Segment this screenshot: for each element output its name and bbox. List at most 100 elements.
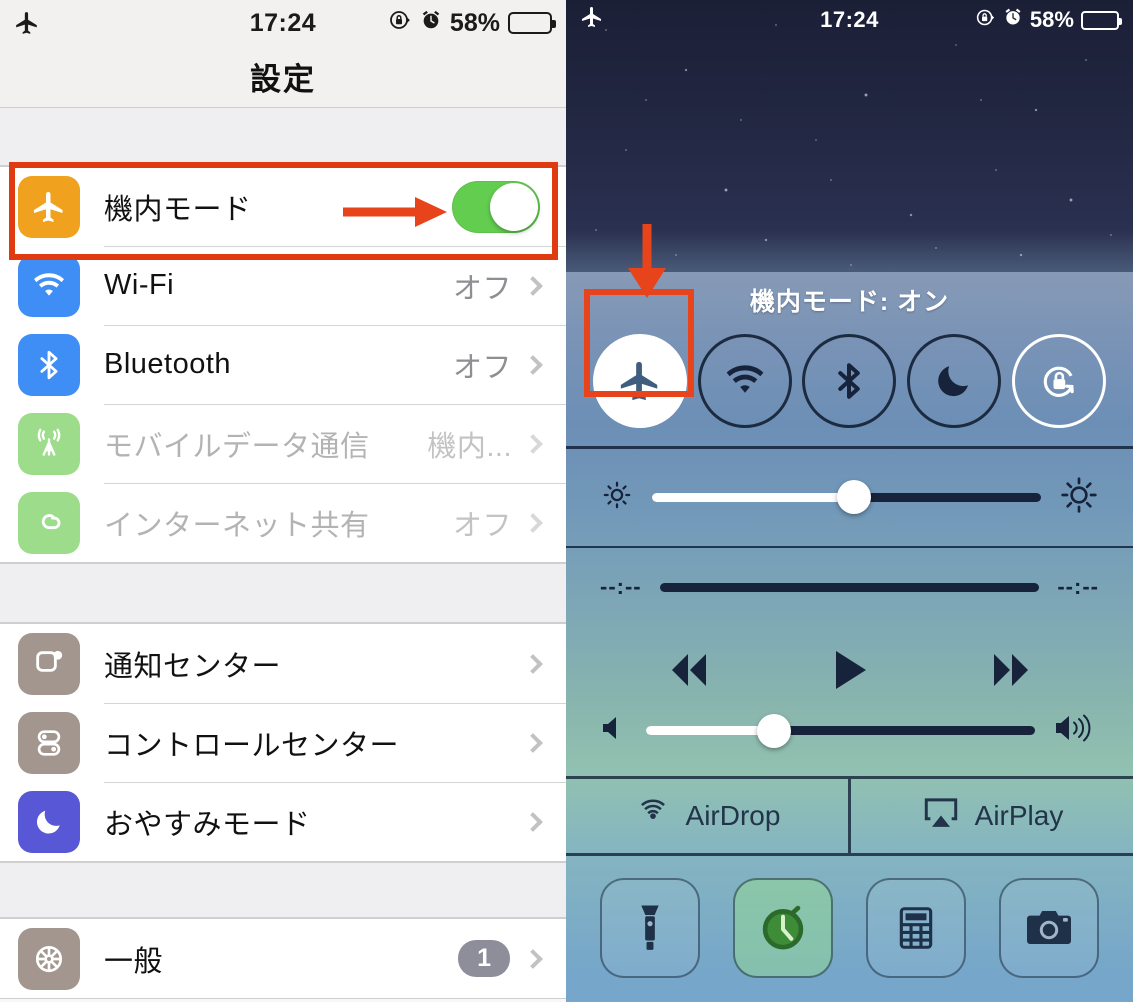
battery-percent: 58% — [449, 8, 500, 37]
settings-row-label: Bluetooth — [104, 348, 232, 380]
timer-shortcut[interactable] — [733, 877, 834, 978]
settings-row-label: 一般 — [104, 945, 164, 978]
slider-knob[interactable] — [757, 713, 792, 748]
cellular-icon — [18, 412, 80, 475]
media-controls — [566, 626, 1133, 705]
settings-row-value: オフ — [452, 509, 512, 542]
settings-group-general: 一般 1 — [0, 918, 566, 999]
scrubber-elapsed: --:-- — [600, 574, 642, 600]
settings-row-control-center[interactable]: コントロールセンター — [0, 703, 566, 782]
calculator-shortcut[interactable] — [865, 877, 966, 978]
brightness-high-icon — [1059, 475, 1099, 520]
settings-row-airplane-mode[interactable]: 機内モード — [0, 167, 566, 246]
shortcut-row — [566, 856, 1133, 1002]
wifi-icon — [726, 365, 764, 393]
settings-row-label: モバイルデータ通信 — [104, 430, 370, 463]
alarm-icon — [420, 9, 442, 38]
rewind-button[interactable] — [658, 650, 720, 695]
settings-group-notifications: 通知センター コントロールセンター おやすみモード — [0, 623, 566, 862]
airplay-icon — [921, 795, 961, 838]
settings-status-bar: 17:24 58% — [0, 0, 566, 46]
chevron-right-icon — [523, 653, 543, 674]
settings-row-cellular[interactable]: モバイルデータ通信 機内... — [0, 404, 566, 483]
airplane-icon — [18, 175, 80, 238]
camera-shortcut[interactable] — [998, 877, 1099, 978]
general-gear-icon — [18, 927, 80, 990]
rotation-lock-icon — [975, 7, 996, 34]
play-button[interactable] — [830, 648, 870, 697]
settings-row-label: Wi-Fi — [104, 269, 175, 301]
settings-row-bluetooth[interactable]: Bluetooth オフ — [0, 325, 566, 404]
battery-percent: 58% — [1029, 7, 1074, 32]
settings-row-label: コントロールセンター — [104, 729, 400, 762]
airplane-mode-toggle[interactable] — [593, 334, 688, 428]
screenshot-stage: 17:24 58% 設定 機内モード Wi-Fi オフ Bluetooth オフ… — [0, 0, 1133, 1002]
airplane-icon — [14, 10, 40, 36]
alarm-icon — [1003, 7, 1023, 33]
playback-scrubber-row: --:-- --:-- — [566, 548, 1133, 626]
settings-row-label: おやすみモード — [104, 808, 311, 841]
notification-center-icon — [18, 632, 80, 695]
wifi-icon — [18, 254, 80, 317]
volume-slider-row — [566, 705, 1133, 776]
volume-slider[interactable] — [646, 713, 1035, 748]
do-not-disturb-toggle[interactable] — [907, 334, 1002, 428]
control-center-panel: 17:24 58% 機内モード: オン --:-- --:-- AirDrop … — [566, 0, 1133, 1002]
settings-group-connectivity: 機内モード Wi-Fi オフ Bluetooth オフ モバイルデータ通信 機内… — [0, 166, 566, 563]
flashlight-shortcut[interactable] — [600, 877, 701, 978]
settings-row-label: 通知センター — [104, 650, 282, 683]
airdrop-label: AirDrop — [685, 800, 781, 832]
moon-icon — [938, 366, 969, 397]
annotation-arrow-right — [341, 192, 453, 237]
chevron-right-icon — [523, 512, 543, 533]
status-bar-left — [580, 5, 758, 35]
settings-row-personal-hotspot[interactable]: インターネット共有 オフ — [0, 483, 566, 562]
airplane-icon — [580, 5, 604, 35]
settings-row-value: 機内... — [427, 430, 512, 463]
status-bar-right: 58% — [941, 7, 1122, 34]
settings-nav-bar: 設定 — [0, 46, 566, 108]
volume-high-icon — [1053, 711, 1099, 750]
slider-knob[interactable] — [837, 480, 872, 515]
status-bar-time: 17:24 — [820, 7, 879, 32]
playback-scrubber[interactable] — [659, 582, 1040, 592]
battery-icon — [1080, 10, 1122, 30]
tethering-icon — [18, 491, 80, 554]
status-badge: 1 — [458, 940, 510, 977]
bluetooth-icon — [18, 333, 80, 396]
page-title: 設定 — [250, 62, 316, 97]
brightness-slider[interactable] — [652, 480, 1041, 515]
airdrop-airplay-row: AirDrop AirPlay — [566, 776, 1133, 856]
rotation-lock-icon — [388, 8, 412, 39]
airplay-button[interactable]: AirPlay — [848, 779, 1133, 853]
toggle-knob — [490, 182, 538, 231]
rotation-lock-icon — [1043, 366, 1074, 397]
airdrop-button[interactable]: AirDrop — [566, 779, 848, 853]
status-bar-left — [14, 10, 192, 36]
scrubber-remaining: --:-- — [1057, 574, 1099, 600]
control-center-sheet: 機内モード: オン --:-- --:-- AirDrop AirPlay — [566, 272, 1133, 1002]
settings-row-do-not-disturb[interactable]: おやすみモード — [0, 782, 566, 861]
control-center-status-bar: 17:24 58% — [566, 0, 1133, 40]
airplane-mode-toggle[interactable] — [452, 180, 540, 233]
volume-low-icon — [600, 713, 628, 748]
flashlight-icon — [641, 905, 660, 950]
settings-row-wifi[interactable]: Wi-Fi オフ — [0, 246, 566, 325]
airplane-icon — [621, 361, 658, 401]
control-center-icon — [18, 711, 80, 774]
group-spacer-middle — [0, 563, 566, 623]
group-spacer-top — [0, 108, 566, 166]
settings-row-notification-center[interactable]: 通知センター — [0, 624, 566, 703]
chevron-right-icon — [523, 275, 543, 296]
group-spacer-bottom — [0, 862, 566, 918]
settings-row-value: オフ — [452, 351, 512, 384]
wifi-toggle[interactable] — [697, 334, 792, 428]
rotation-lock-toggle[interactable] — [1011, 334, 1106, 428]
status-bar-right: 58% — [374, 8, 556, 39]
settings-row-general[interactable]: 一般 1 — [0, 919, 566, 998]
annotation-arrow-down — [617, 222, 677, 305]
calculator-icon — [899, 907, 933, 949]
bluetooth-toggle[interactable] — [802, 334, 897, 428]
forward-button[interactable] — [980, 650, 1042, 695]
status-bar-time: 17:24 — [249, 8, 317, 37]
